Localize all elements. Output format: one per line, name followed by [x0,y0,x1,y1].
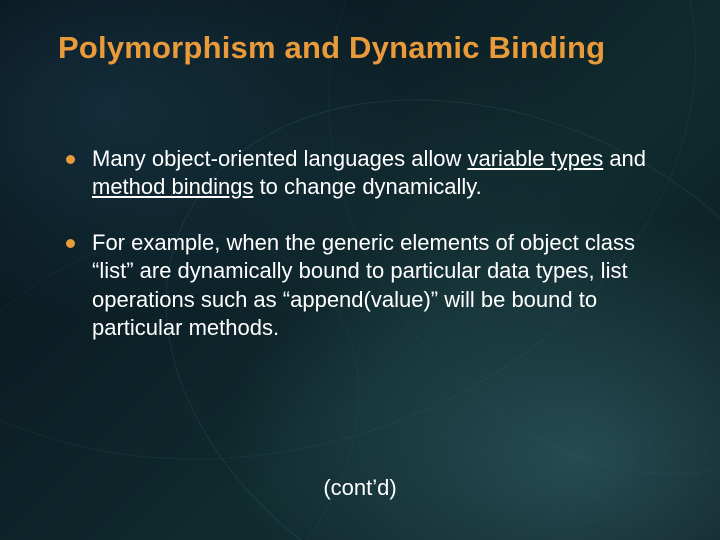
slide-body: Many object-oriented languages allow var… [60,145,660,370]
bullet-item: Many object-oriented languages allow var… [60,145,660,201]
underlined-text: method bindings [92,174,253,199]
slide: Polymorphism and Dynamic Binding Many ob… [0,0,720,540]
underlined-text: variable types [467,146,603,171]
text-fragment: Many object-oriented languages allow [92,146,467,171]
bullet-list: Many object-oriented languages allow var… [60,145,660,342]
text-fragment: to change dynamically. [253,174,481,199]
slide-title: Polymorphism and Dynamic Binding [58,30,605,66]
bullet-item: For example, when the generic elements o… [60,229,660,342]
continued-indicator: (cont’d) [0,475,720,501]
text-fragment: and [603,146,646,171]
